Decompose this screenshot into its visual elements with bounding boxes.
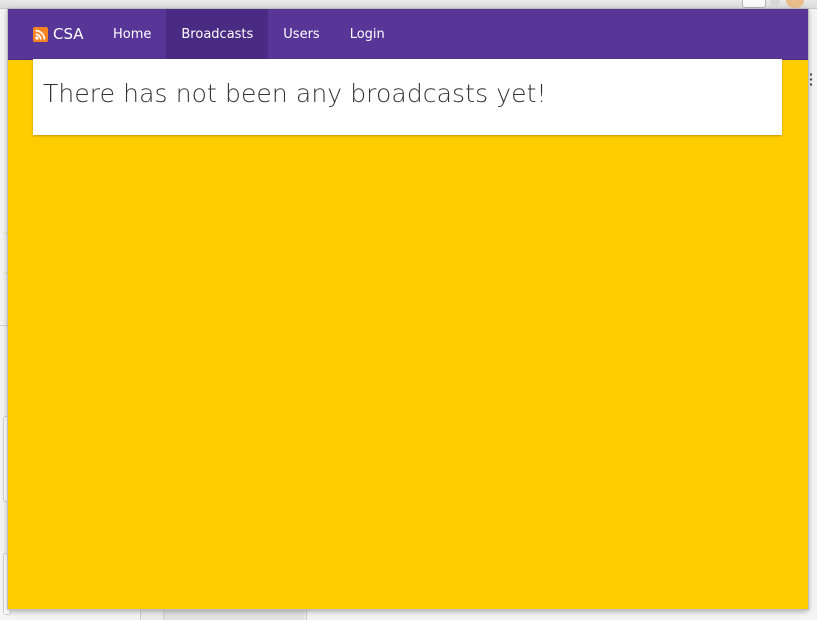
nav-links: Home Broadcasts Users Login xyxy=(98,9,400,59)
browser-toolbar-fragment xyxy=(0,0,817,9)
message-panel: There has not been any broadcasts yet! xyxy=(33,59,782,135)
nav-item-login[interactable]: Login xyxy=(335,9,400,59)
brand-label: CSA xyxy=(53,25,84,43)
more-menu-icon xyxy=(809,72,813,86)
rss-icon xyxy=(33,26,48,42)
background-tab-fragment xyxy=(140,609,307,620)
browser-button-fragment xyxy=(742,0,766,8)
popup-window: CSA Home Broadcasts Users Login There ha… xyxy=(8,9,808,609)
empty-state-message: There has not been any broadcasts yet! xyxy=(43,79,547,108)
nav-item-broadcasts[interactable]: Broadcasts xyxy=(166,9,269,59)
navbar: CSA Home Broadcasts Users Login xyxy=(8,9,808,60)
nav-item-users[interactable]: Users xyxy=(268,9,334,59)
background-divider xyxy=(0,325,8,326)
nav-item-home[interactable]: Home xyxy=(98,9,166,59)
brand-link[interactable]: CSA xyxy=(33,9,84,59)
